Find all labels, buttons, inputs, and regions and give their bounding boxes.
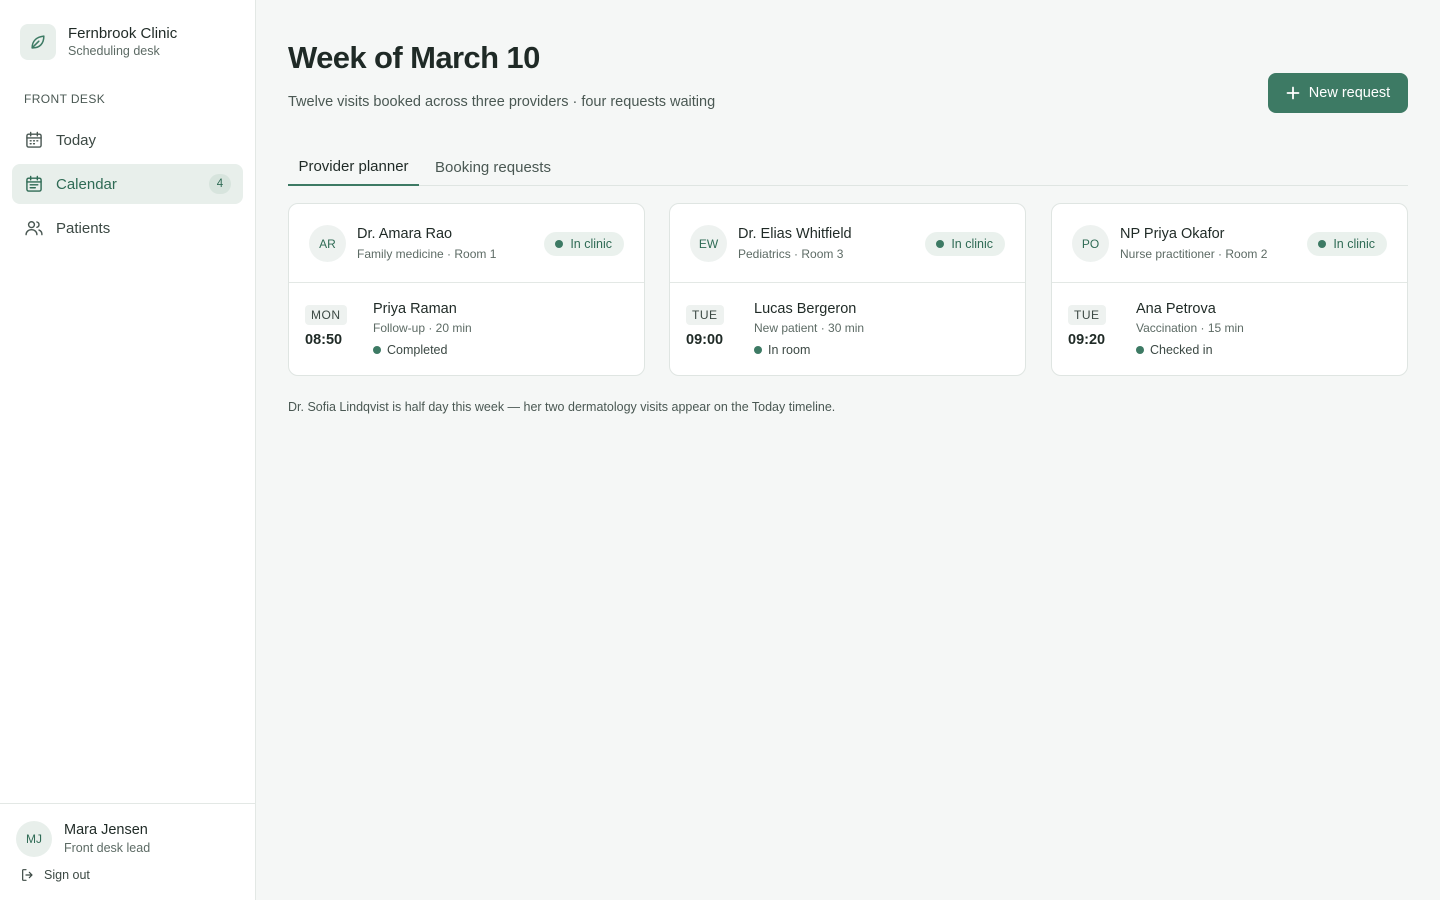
status-badge-label: In clinic [1333,237,1375,251]
patient-name: Lucas Bergeron [754,301,857,317]
sidebar-item-calendar[interactable]: Calendar 4 [12,164,243,204]
provider-role: Family medicine · Room 1 [357,247,497,261]
tab-bar: Provider planner Booking requests [288,148,1408,186]
provider-name: NP Priya Okafor [1120,226,1225,242]
status-dot-icon [1318,240,1327,248]
sign-out-button[interactable]: Sign out [20,867,90,883]
appointment-status-label: Checked in [1150,343,1213,357]
provider-card-header: AR Dr. Amara Rao Family medicine · Room … [289,204,644,283]
sidebar: Fernbrook Clinic Scheduling desk FRONT D… [0,0,256,900]
page-subtitle: Twelve visits booked across three provid… [288,94,716,110]
appointment-status: Checked in [1136,343,1213,357]
brand[interactable]: Fernbrook Clinic Scheduling desk [20,24,177,60]
new-request-button[interactable]: New request [1268,73,1408,113]
plus-icon [1286,86,1300,100]
provider-avatar: AR [309,225,346,262]
users-icon [24,218,44,238]
status-dot-icon [754,346,762,354]
patient-name: Priya Raman [373,301,457,317]
sidebar-item-patients[interactable]: Patients [12,208,243,248]
appointment-row[interactable]: TUE 09:00 Lucas Bergeron New patient · 3… [670,283,1025,376]
new-request-label: New request [1308,85,1391,101]
provider-card: AR Dr. Amara Rao Family medicine · Room … [288,203,645,376]
avatar[interactable]: MJ [16,821,52,857]
footnote: Dr. Sofia Lindqvist is half day this wee… [288,400,836,414]
tab-provider-planner[interactable]: Provider planner [288,148,419,186]
status-badge: In clinic [1307,232,1387,256]
tab-booking-requests[interactable]: Booking requests [428,148,558,186]
status-badge: In clinic [925,232,1005,256]
provider-name: Dr. Elias Whitfield [738,226,852,242]
calendar-icon [24,130,44,150]
brand-name: Fernbrook Clinic [68,24,178,42]
appointment-row[interactable]: MON 08:50 Priya Raman Follow-up · 20 min… [289,283,644,376]
sidebar-item-label: Calendar [56,175,117,193]
appointment-row[interactable]: TUE 09:20 Ana Petrova Vaccination · 15 m… [1052,283,1407,376]
status-dot-icon [373,346,381,354]
sidebar-item-label: Today [56,131,97,149]
provider-card: EW Dr. Elias Whitfield Pediatrics · Room… [669,203,1026,376]
leaf-icon [20,24,56,60]
status-dot-icon [936,240,945,248]
appointment-day: TUE [1068,305,1106,325]
provider-name: Dr. Amara Rao [357,226,453,242]
appointment-status: In room [754,343,810,357]
visit-type: Follow-up · 20 min [373,321,472,335]
provider-role: Nurse practitioner · Room 2 [1120,247,1268,261]
appointment-status-label: In room [768,343,811,357]
sidebar-nav: Today Calendar 4 Patients [12,120,243,252]
visit-type: Vaccination · 15 min [1136,321,1244,335]
user-name: Mara Jensen [64,822,148,838]
calendar-count-badge: 4 [209,174,231,194]
provider-avatar: PO [1072,225,1109,262]
appointment-day: TUE [686,305,724,325]
patient-name: Ana Petrova [1136,301,1216,317]
status-dot-icon [1136,346,1144,354]
status-badge: In clinic [544,232,624,256]
appointment-day: MON [305,305,347,325]
nav-section-label: FRONT DESK [24,92,106,106]
provider-avatar: EW [690,225,727,262]
status-dot-icon [555,240,564,248]
appointment-time: 09:20 [1068,332,1106,348]
provider-card: PO NP Priya Okafor Nurse practitioner · … [1051,203,1408,376]
sidebar-item-today[interactable]: Today [12,120,243,160]
sidebar-item-label: Patients [56,219,111,237]
sign-out-label: Sign out [44,868,90,882]
page-title: Week of March 10 [288,40,540,75]
provider-role: Pediatrics · Room 3 [738,247,844,261]
calendar-grid-icon [24,174,44,194]
status-badge-label: In clinic [951,237,993,251]
appointment-time: 08:50 [305,332,343,348]
brand-subtitle: Scheduling desk [68,43,160,58]
appointment-status: Completed [373,343,447,357]
appointment-time: 09:00 [686,332,724,348]
appointment-status-label: Completed [387,343,448,357]
sign-out-icon [22,869,33,881]
user-area: MJ Mara Jensen Front desk lead Sign out [0,803,255,900]
provider-card-header: PO NP Priya Okafor Nurse practitioner · … [1052,204,1407,283]
provider-card-header: EW Dr. Elias Whitfield Pediatrics · Room… [670,204,1025,283]
user-role: Front desk lead [64,841,151,855]
visit-type: New patient · 30 min [754,321,865,335]
status-badge-label: In clinic [570,237,612,251]
